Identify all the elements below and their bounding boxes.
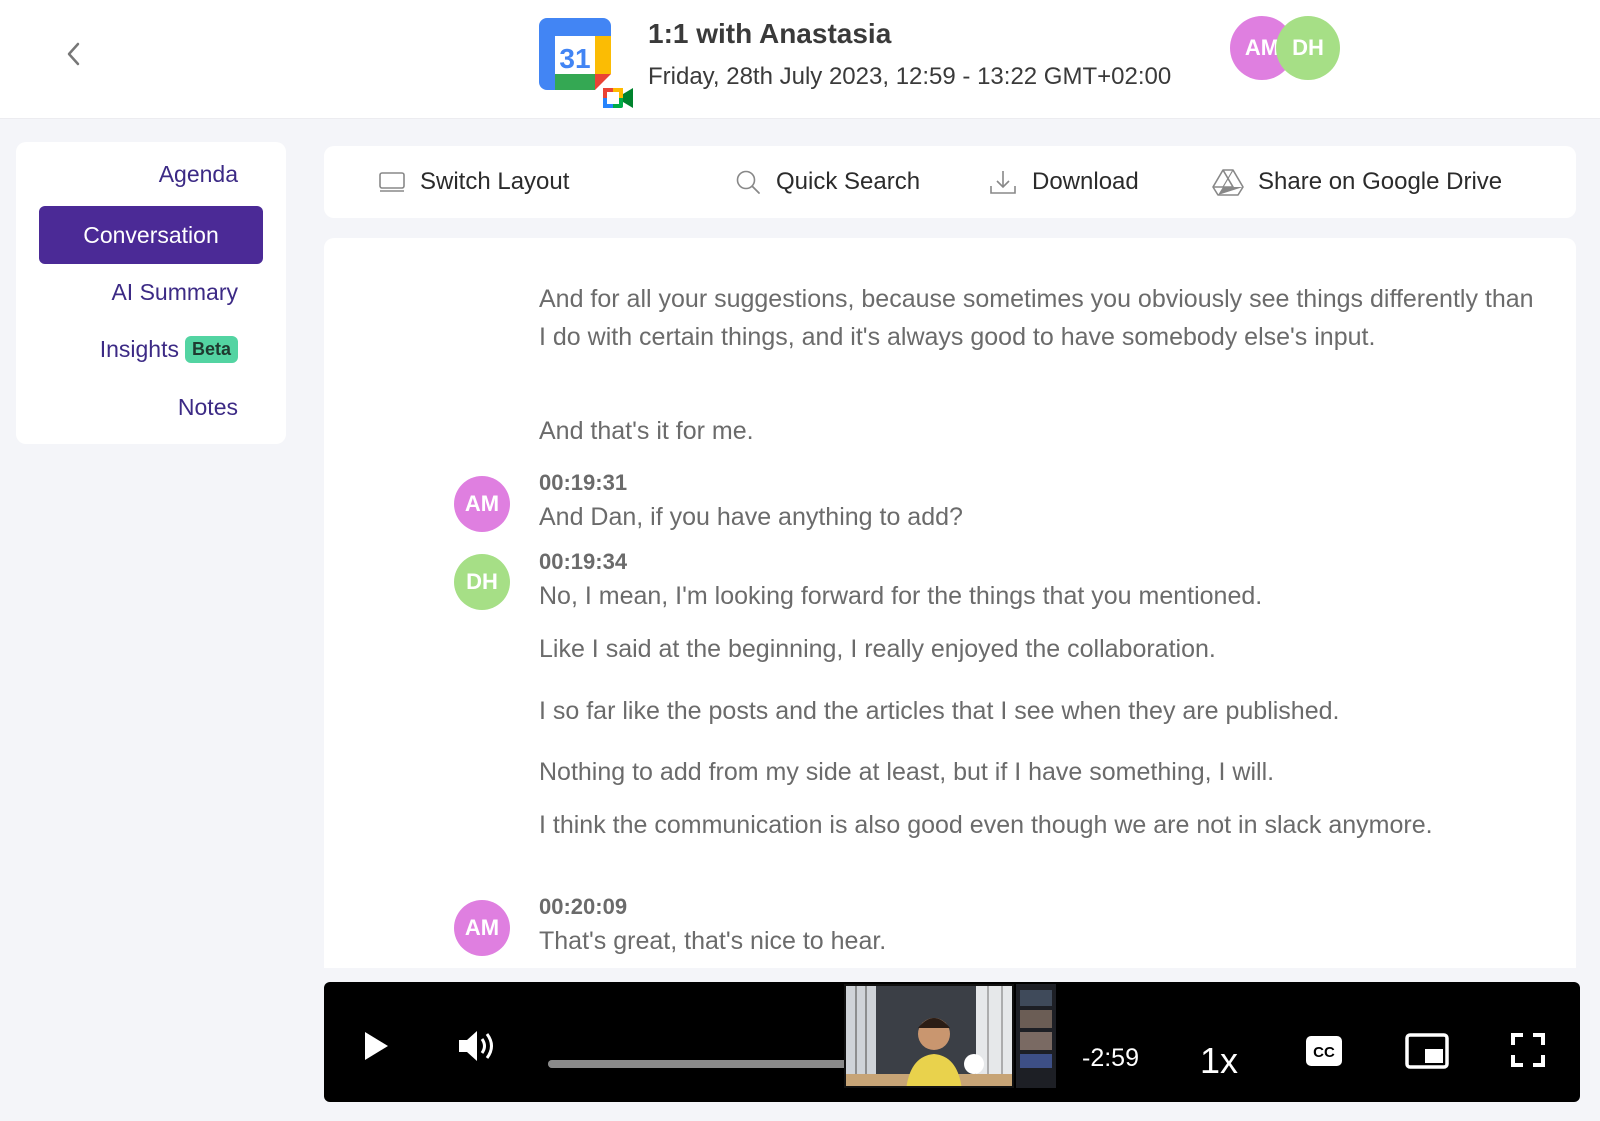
meeting-datetime: Friday, 28th July 2023, 12:59 - 13:22 GM… xyxy=(648,63,1172,90)
transcript-line: That's great, that's nice to hear. xyxy=(539,927,887,955)
share-google-drive-label: Share on Google Drive xyxy=(1258,168,1503,195)
transcript-line: Nothing to add from my side at least, bu… xyxy=(539,758,1275,786)
download-label: Download xyxy=(1032,168,1139,195)
captions-button[interactable]: CC xyxy=(1304,1034,1344,1068)
speaker-avatar-am: AM xyxy=(454,900,510,956)
transcript-timestamp[interactable]: 00:20:09 xyxy=(539,894,627,920)
captions-label: CC xyxy=(1313,1044,1335,1061)
nav-item-agenda[interactable]: Agenda xyxy=(159,161,238,188)
transcript-line: No, I mean, I'm looking forward for the … xyxy=(539,582,1263,610)
nav-item-insights-label: Insights xyxy=(99,336,179,362)
video-preview-thumbnail xyxy=(844,984,1014,1088)
transcript-line: And Dan, if you have anything to add? xyxy=(539,503,963,531)
transcript-toolbar: Switch Layout Quick Search Download Shar… xyxy=(324,146,1576,218)
transcript-line: And that's it for me. xyxy=(539,417,754,445)
nav-item-ai-summary[interactable]: AI Summary xyxy=(111,279,238,306)
download-icon xyxy=(990,171,1016,194)
beta-badge: Beta xyxy=(184,336,238,363)
speaker-avatar-dh: DH xyxy=(454,554,510,610)
section-nav-sidebar: Agenda Conversation AI Summary Insights … xyxy=(16,142,286,444)
fullscreen-icon xyxy=(1511,1033,1545,1067)
play-icon xyxy=(365,1032,388,1060)
share-google-drive-button[interactable]: Share on Google Drive xyxy=(1212,146,1502,218)
meeting-header: 31 1:1 with Anastasia Friday, 28th July … xyxy=(0,0,1600,119)
volume-button[interactable] xyxy=(454,1022,502,1070)
video-preview-participants xyxy=(1016,984,1056,1088)
switch-layout-label: Switch Layout xyxy=(420,168,570,195)
volume-icon xyxy=(459,1031,493,1061)
conversation-transcript: · And for all your suggestions, because … xyxy=(324,238,1576,968)
quick-search-button[interactable]: Quick Search xyxy=(734,146,920,218)
google-calendar-meet-icon: 31 xyxy=(537,16,637,114)
transcript-timestamp[interactable]: 00:19:34 xyxy=(539,549,627,575)
back-chevron-icon[interactable] xyxy=(62,40,86,68)
nav-item-insights[interactable]: Insights Beta xyxy=(100,336,238,363)
seek-handle[interactable] xyxy=(964,1054,984,1074)
playback-speed-button[interactable]: 1x xyxy=(1200,1040,1238,1082)
search-icon xyxy=(736,170,760,194)
play-button[interactable] xyxy=(354,1024,398,1068)
participant-avatar-dh[interactable]: DH xyxy=(1276,16,1340,80)
speaker-avatar-am: AM xyxy=(454,476,510,532)
transcript-line: I so far like the posts and the articles… xyxy=(539,697,1340,725)
video-player: -2:59 1x CC xyxy=(324,982,1580,1102)
quick-search-label: Quick Search xyxy=(776,168,921,195)
picture-in-picture-button[interactable] xyxy=(1404,1032,1450,1070)
transcript-line: Like I said at the beginning, I really e… xyxy=(539,635,1216,663)
switch-layout-button[interactable]: Switch Layout xyxy=(378,146,569,218)
transcript-line: And for all your suggestions, because so… xyxy=(539,285,1534,351)
google-drive-icon xyxy=(1212,169,1244,196)
download-button[interactable]: Download xyxy=(988,146,1139,218)
transcript-timestamp[interactable]: 00:19:31 xyxy=(539,470,627,496)
fullscreen-button[interactable] xyxy=(1510,1032,1546,1068)
closed-captions-icon: CC xyxy=(1306,1036,1342,1066)
meeting-title: 1:1 with Anastasia xyxy=(648,18,892,49)
picture-in-picture-icon xyxy=(1405,1033,1449,1069)
time-remaining: -2:59 xyxy=(1082,1044,1139,1072)
nav-item-notes[interactable]: Notes xyxy=(178,394,238,421)
transcript-line: I think the communication is also good e… xyxy=(539,811,1433,839)
nav-item-conversation[interactable]: Conversation xyxy=(39,206,263,264)
calendar-day-number: 31 xyxy=(559,43,590,74)
layout-icon xyxy=(379,172,405,192)
